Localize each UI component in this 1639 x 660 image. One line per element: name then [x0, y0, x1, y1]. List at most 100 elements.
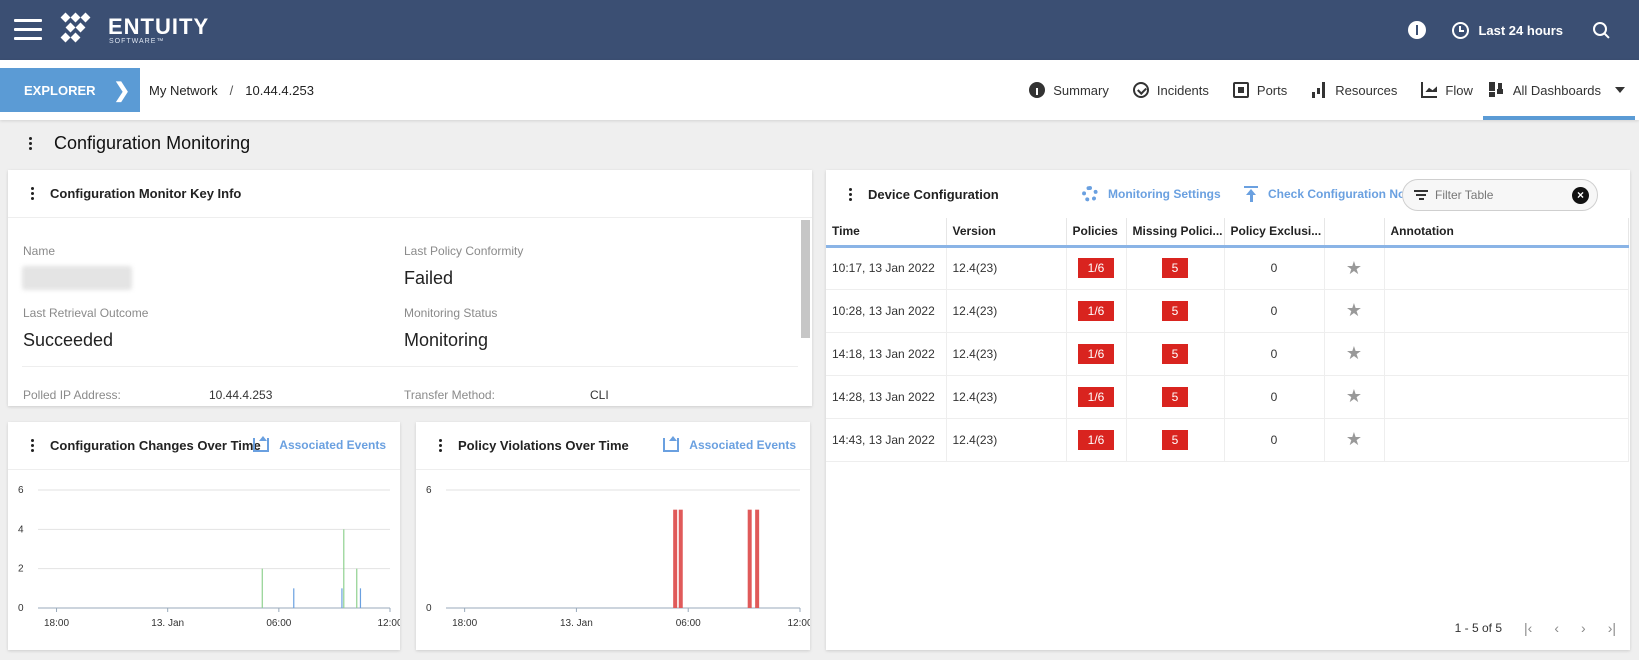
- last-page-icon[interactable]: ›|: [1608, 620, 1616, 636]
- cell-annotation[interactable]: [1384, 375, 1629, 419]
- brand-tagline: SOFTWARE™: [109, 38, 165, 45]
- monitoring-status-label: Monitoring Status: [404, 306, 498, 320]
- last-policy-label: Last Policy Conformity: [404, 244, 524, 258]
- chart-bar[interactable]: [343, 529, 345, 608]
- chart-bar[interactable]: [747, 509, 752, 608]
- card-menu-icon[interactable]: [26, 438, 38, 453]
- tab-flow[interactable]: Flow: [1421, 60, 1473, 120]
- missing-policies-badge[interactable]: 5: [1161, 429, 1189, 450]
- page-header: Configuration Monitoring: [24, 133, 250, 154]
- chart-bar[interactable]: [293, 588, 295, 608]
- check-configuration-label: Check Configuration Now: [1268, 187, 1415, 201]
- chart-bar[interactable]: [678, 509, 683, 608]
- policies-badge[interactable]: 1/6: [1077, 258, 1115, 278]
- card-menu-icon[interactable]: [844, 187, 856, 202]
- column-header-policies[interactable]: Policies: [1066, 218, 1127, 248]
- previous-page-icon[interactable]: ‹: [1554, 620, 1559, 636]
- device-config-card: Device Configuration Monitoring Settings…: [826, 170, 1630, 650]
- cell-exclusions: 0: [1224, 332, 1325, 376]
- cell-annotation[interactable]: [1384, 289, 1629, 333]
- star-icon[interactable]: ★: [1346, 429, 1362, 449]
- associated-events-button[interactable]: Associated Events: [663, 436, 796, 452]
- cell-exclusions: 0: [1224, 418, 1325, 462]
- column-header-annotation[interactable]: Annotation: [1384, 218, 1629, 248]
- star-icon[interactable]: ★: [1346, 386, 1362, 406]
- missing-policies-badge[interactable]: 5: [1161, 300, 1189, 321]
- policy-violations-card: Policy Violations Over Time Associated E…: [416, 422, 810, 650]
- page-menu-icon[interactable]: [24, 136, 36, 151]
- policies-badge[interactable]: 1/6: [1077, 386, 1115, 407]
- notification-icon[interactable]: [1408, 21, 1427, 39]
- column-header-version[interactable]: Version: [946, 218, 1067, 248]
- missing-policies-badge[interactable]: 5: [1161, 258, 1189, 278]
- filter-table-field[interactable]: ×: [1402, 179, 1598, 211]
- star-icon[interactable]: ★: [1346, 300, 1362, 320]
- menu-icon[interactable]: [14, 19, 42, 41]
- device-config-table: Time Version Policies Missing Polici... …: [826, 218, 1629, 462]
- scrollbar[interactable]: [801, 220, 810, 338]
- filter-table-input[interactable]: [1435, 188, 1575, 202]
- cell-annotation[interactable]: [1384, 332, 1629, 376]
- y-tick-label: 4: [18, 524, 24, 535]
- tab-summary[interactable]: Summary: [1029, 60, 1109, 120]
- polled-ip-value: 10.44.4.253: [209, 388, 273, 402]
- pagination-label: 1 - 5 of 5: [1454, 621, 1503, 635]
- breadcrumb-item-device[interactable]: 10.44.4.253: [245, 83, 314, 98]
- tab-ports[interactable]: Ports: [1232, 60, 1287, 120]
- table-row[interactable]: 14:28, 13 Jan 2022 12.4(23) 1/6 5 0 ★: [826, 375, 1629, 419]
- column-header-missing-policies[interactable]: Missing Polici...: [1126, 218, 1225, 248]
- card-menu-icon[interactable]: [26, 186, 38, 201]
- search-icon[interactable]: [1591, 20, 1611, 40]
- x-tick-label: 18:00: [452, 618, 477, 629]
- y-tick-label: 6: [18, 485, 24, 496]
- time-range-selector[interactable]: Last 24 hours: [1452, 21, 1563, 39]
- chevron-right-icon: ❯: [113, 79, 131, 102]
- tab-all-dashboards-label: All Dashboards: [1512, 82, 1601, 98]
- check-configuration-button[interactable]: Check Configuration Now: [1244, 186, 1415, 202]
- last-retrieval-label: Last Retrieval Outcome: [23, 306, 149, 320]
- cell-annotation[interactable]: [1384, 418, 1629, 462]
- tab-all-dashboards[interactable]: All Dashboards: [1482, 60, 1635, 120]
- x-tick-label: 12:00: [377, 618, 400, 629]
- column-header-time[interactable]: Time: [826, 218, 947, 248]
- column-header-star[interactable]: [1324, 218, 1385, 248]
- filter-icon: [1413, 188, 1429, 202]
- policies-badge[interactable]: 1/6: [1077, 343, 1115, 364]
- next-page-icon[interactable]: ›: [1581, 620, 1586, 636]
- chart-bar[interactable]: [673, 509, 678, 608]
- cell-exclusions: 0: [1224, 375, 1325, 419]
- chart-bar[interactable]: [356, 568, 358, 608]
- ports-icon: [1232, 82, 1249, 98]
- table-row[interactable]: 10:28, 13 Jan 2022 12.4(23) 1/6 5 0 ★: [826, 289, 1629, 333]
- tab-incidents[interactable]: Incidents: [1132, 60, 1209, 120]
- chart-bar[interactable]: [755, 509, 760, 608]
- card-menu-icon[interactable]: [434, 438, 446, 453]
- monitoring-settings-button[interactable]: Monitoring Settings: [1082, 186, 1221, 202]
- table-row[interactable]: 10:17, 13 Jan 2022 12.4(23) 1/6 5 0 ★: [826, 246, 1629, 290]
- table-row[interactable]: 14:18, 13 Jan 2022 12.4(23) 1/6 5 0 ★: [826, 332, 1629, 376]
- table-row[interactable]: 14:43, 13 Jan 2022 12.4(23) 1/6 5 0 ★: [826, 418, 1629, 462]
- table-header-row: Time Version Policies Missing Polici... …: [826, 218, 1629, 248]
- star-icon[interactable]: ★: [1346, 258, 1362, 278]
- column-header-policy-exclusions[interactable]: Policy Exclusi...: [1224, 218, 1325, 248]
- divider: [22, 366, 798, 367]
- chart-bar[interactable]: [261, 568, 263, 608]
- policies-badge[interactable]: 1/6: [1077, 429, 1115, 450]
- chart-bar[interactable]: [359, 588, 362, 608]
- key-info-title: Configuration Monitor Key Info: [50, 186, 242, 201]
- explorer-button[interactable]: EXPLORER ❯: [0, 68, 140, 112]
- clear-icon[interactable]: ×: [1572, 187, 1589, 204]
- star-icon[interactable]: ★: [1346, 343, 1362, 363]
- page-title: Configuration Monitoring: [54, 133, 251, 153]
- tab-resources[interactable]: Resources: [1311, 60, 1397, 120]
- associated-events-button[interactable]: Associated Events: [253, 436, 386, 452]
- missing-policies-badge[interactable]: 5: [1161, 343, 1189, 364]
- chart-bar[interactable]: [341, 588, 343, 608]
- cell-annotation[interactable]: [1384, 246, 1629, 290]
- explorer-label: EXPLORER: [24, 82, 96, 98]
- x-tick-label: 12:00: [787, 618, 810, 629]
- breadcrumb-item-network[interactable]: My Network: [149, 83, 218, 98]
- first-page-icon[interactable]: |‹: [1524, 620, 1532, 636]
- missing-policies-badge[interactable]: 5: [1161, 386, 1189, 407]
- policies-badge[interactable]: 1/6: [1077, 300, 1115, 321]
